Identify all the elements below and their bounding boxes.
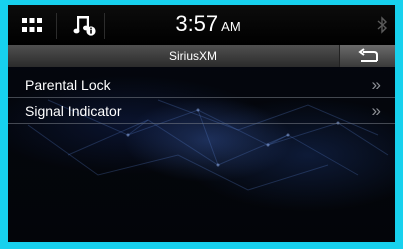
menu-item-label: Signal Indicator [25, 103, 122, 119]
status-bar: 3:57 AM [8, 5, 395, 45]
music-info-icon[interactable] [72, 12, 98, 38]
divider [104, 13, 105, 39]
divider [56, 13, 57, 39]
settings-screen: 3:57 AM SiriusXM Parental Lock » Signal I… [8, 5, 395, 242]
title-bar: SiriusXM [8, 45, 395, 67]
back-button[interactable] [339, 45, 395, 67]
page-title: SiriusXM [168, 49, 217, 63]
grid-menu-icon[interactable] [22, 18, 42, 32]
clock-ampm: AM [221, 19, 241, 34]
menu-item-label: Parental Lock [25, 77, 111, 93]
bluetooth-icon [377, 16, 388, 34]
clock: 3:57 AM [148, 11, 268, 37]
menu-item-signal-indicator[interactable]: Signal Indicator » [8, 99, 395, 124]
chevron-right-icon: » [371, 75, 381, 94]
menu-item-parental-lock[interactable]: Parental Lock » [8, 73, 395, 98]
clock-time: 3:57 [175, 11, 219, 36]
chevron-right-icon: » [371, 101, 381, 120]
back-arrow-icon [358, 48, 378, 62]
